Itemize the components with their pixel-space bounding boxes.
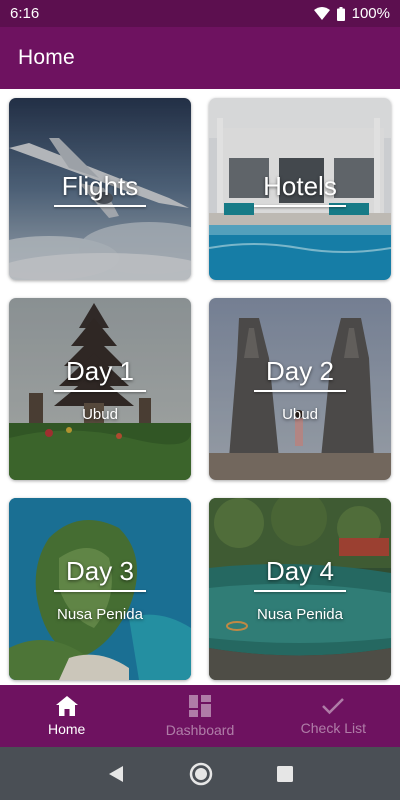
home-icon: [55, 695, 78, 721]
card-subtitle: Ubud: [82, 405, 118, 423]
card-title: Hotels: [263, 171, 337, 201]
page-title: Home: [18, 46, 75, 69]
status-icons: 100%: [313, 5, 390, 22]
battery-level: 100%: [351, 5, 390, 22]
battery-icon: [336, 6, 345, 21]
card-title: Day 3: [66, 555, 134, 586]
day-2-card[interactable]: Day 2 Ubud: [209, 298, 391, 480]
nav-check-list[interactable]: Check List: [267, 685, 400, 747]
wifi-icon: [313, 7, 330, 20]
card-title: Day 2: [266, 355, 334, 386]
destination-grid: Flights Hotels Day 1 Ubud Day 2 Ubud Day…: [0, 89, 400, 685]
status-bar: 6:16 100%: [0, 0, 400, 27]
card-title: Flights: [61, 171, 139, 201]
day-3-card[interactable]: Day 3 Nusa Penida: [9, 498, 191, 680]
card-divider: [254, 389, 346, 392]
bottom-navigation: Home Dashboard Check List: [0, 685, 400, 747]
card-divider: [254, 205, 346, 207]
check-icon: [322, 697, 345, 720]
hotels-card[interactable]: Hotels: [209, 98, 391, 280]
card-subtitle: Ubud: [282, 405, 318, 423]
status-time: 6:16: [10, 5, 40, 22]
dashboard-icon: [188, 694, 211, 722]
back-icon[interactable]: [107, 765, 125, 783]
card-divider: [54, 205, 146, 207]
app-bar: Home: [0, 27, 400, 89]
nav-dashboard-label: Dashboard: [165, 721, 235, 738]
recents-icon[interactable]: [277, 765, 294, 782]
day-1-card[interactable]: Day 1 Ubud: [9, 298, 191, 480]
system-navigation-bar: [0, 747, 400, 800]
card-subtitle: Nusa Penida: [57, 605, 143, 623]
day-4-card[interactable]: Day 4 Nusa Penida: [209, 498, 391, 680]
flights-card[interactable]: Flights: [9, 98, 191, 280]
nav-home-label: Home: [47, 720, 86, 737]
card-divider: [54, 389, 146, 392]
card-divider: [54, 589, 146, 592]
card-divider: [254, 589, 346, 592]
home-circle-icon[interactable]: [188, 761, 214, 787]
card-subtitle: Nusa Penida: [257, 605, 343, 623]
card-title: Day 1: [66, 355, 134, 386]
nav-check-list-label: Check List: [300, 719, 366, 736]
card-title: Day 4: [266, 555, 334, 586]
nav-home[interactable]: Home: [0, 685, 133, 747]
nav-dashboard[interactable]: Dashboard: [133, 685, 266, 747]
